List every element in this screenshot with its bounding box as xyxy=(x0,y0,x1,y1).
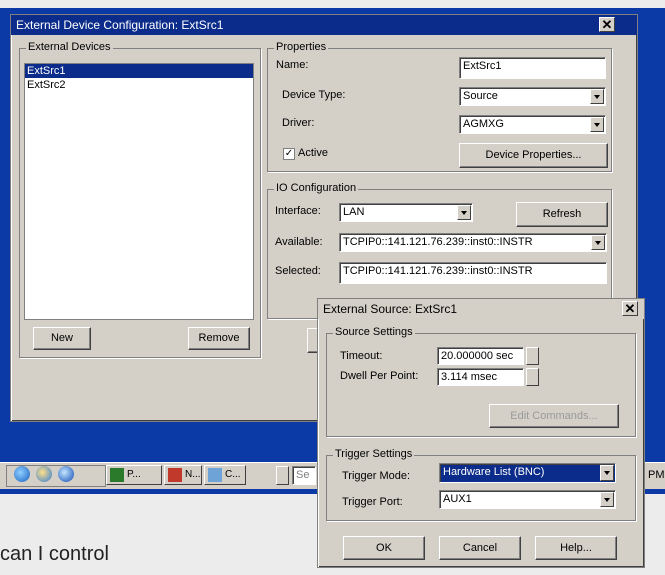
close-icon: ✕ xyxy=(601,17,613,32)
dwell-per-point-label: Dwell Per Point: xyxy=(340,370,419,382)
external-devices-group: External Devices ExtSrc1 ExtSrc2 xyxy=(19,41,261,358)
taskbar-item-label: C... xyxy=(225,469,241,480)
active-checkbox[interactable]: ✓ xyxy=(283,148,295,160)
chevron-down-icon[interactable] xyxy=(600,492,614,507)
trigger-settings-group-title: Trigger Settings xyxy=(333,448,415,460)
main-window-title: External Device Configuration: ExtSrc1 xyxy=(16,18,224,32)
chevron-down-icon[interactable] xyxy=(590,89,604,104)
taskbar-search-field[interactable]: Se xyxy=(292,466,316,485)
timeout-label: Timeout: xyxy=(340,350,383,362)
device-list-item[interactable]: ExtSrc1 xyxy=(25,64,253,78)
taskbar-item-label: P... xyxy=(127,469,141,480)
device-list-item[interactable]: ExtSrc2 xyxy=(25,78,253,92)
device-type-value: Source xyxy=(463,90,498,102)
device-properties-button[interactable]: Device Properties... xyxy=(459,143,608,168)
driver-label: Driver: xyxy=(282,117,315,129)
external-devices-group-title: External Devices xyxy=(26,41,113,53)
trigger-port-value: AUX1 xyxy=(443,493,472,505)
trigger-mode-select[interactable]: Hardware List (BNC) xyxy=(439,463,616,483)
interface-label: Interface: xyxy=(275,205,321,217)
main-window-titlebar[interactable]: External Device Configuration: ExtSrc1 xyxy=(11,15,637,35)
taskbar-item-c[interactable]: C... xyxy=(204,465,246,485)
trigger-port-select[interactable]: AUX1 xyxy=(439,490,616,509)
device-type-select[interactable]: Source xyxy=(459,87,606,106)
refresh-button[interactable]: Refresh xyxy=(516,202,608,227)
device-type-label: Device Type: xyxy=(282,89,346,101)
cancel-button-label: Cancel xyxy=(462,542,498,554)
name-field[interactable]: ExtSrc1 xyxy=(459,57,606,79)
media-player-icon[interactable] xyxy=(58,466,74,482)
taskbar-clock: PM xyxy=(648,469,665,481)
taskbar-item-pna[interactable]: P... xyxy=(106,465,162,485)
driver-select[interactable]: AGMXG xyxy=(459,115,606,134)
interface-value: LAN xyxy=(343,206,365,218)
source-dialog-titlebar[interactable]: External Source: ExtSrc1 xyxy=(318,299,644,319)
taskbar-item-label: N... xyxy=(185,469,201,480)
taskbar-item-notes[interactable]: N... xyxy=(164,465,202,485)
pdf-icon xyxy=(168,468,182,482)
edit-commands-label: Edit Commands... xyxy=(510,410,598,422)
help-button[interactable]: Help... xyxy=(535,536,617,560)
network-icon[interactable] xyxy=(36,466,52,482)
source-dialog-close-button[interactable]: ✕ xyxy=(622,301,638,316)
ok-button[interactable]: OK xyxy=(343,536,425,560)
device-properties-label: Device Properties... xyxy=(485,149,582,161)
taskbar-search-text: Se xyxy=(296,469,310,481)
close-icon: ✕ xyxy=(624,301,636,316)
main-window-close-button[interactable]: ✕ xyxy=(599,17,615,32)
new-device-button[interactable]: New xyxy=(33,327,91,350)
edit-commands-button[interactable]: Edit Commands... xyxy=(489,404,619,428)
trigger-mode-value: Hardware List (BNC) xyxy=(443,466,545,478)
dwell-per-point-stepper[interactable] xyxy=(526,368,539,386)
dwell-per-point-field[interactable]: 3.114 msec xyxy=(437,368,524,386)
timeout-stepper[interactable] xyxy=(526,347,539,365)
source-settings-group-title: Source Settings xyxy=(333,326,415,338)
driver-value: AGMXG xyxy=(463,118,504,130)
name-label: Name: xyxy=(276,59,309,71)
interface-select[interactable]: LAN xyxy=(339,203,473,222)
chevron-down-icon[interactable] xyxy=(590,117,604,132)
trigger-port-label: Trigger Port: xyxy=(342,496,403,508)
properties-group-title: Properties xyxy=(274,41,329,53)
refresh-button-label: Refresh xyxy=(542,208,582,220)
cancel-button[interactable]: Cancel xyxy=(439,536,521,560)
chevron-down-icon[interactable] xyxy=(591,235,605,250)
active-label: Active xyxy=(298,147,328,159)
chevron-down-icon[interactable] xyxy=(600,465,614,481)
remove-button-label: Remove xyxy=(198,332,240,344)
document-icon xyxy=(208,468,222,482)
timeout-field[interactable]: 20.000000 sec xyxy=(437,347,524,365)
io-configuration-group-title: IO Configuration xyxy=(274,182,359,194)
trigger-mode-label: Trigger Mode: xyxy=(342,470,411,482)
taskbar-scroll-stepper[interactable] xyxy=(276,466,289,485)
available-select[interactable]: TCPIP0::141.121.76.239::inst0::INSTR xyxy=(339,233,607,252)
pna-app-icon xyxy=(110,468,124,482)
device-list[interactable]: ExtSrc1 ExtSrc2 xyxy=(24,63,254,320)
ok-button-label: OK xyxy=(376,542,392,554)
chevron-down-icon[interactable] xyxy=(457,205,471,220)
available-value: TCPIP0::141.121.76.239::inst0::INSTR xyxy=(343,236,533,248)
caption-text: can I control xyxy=(0,543,109,565)
selected-label: Selected: xyxy=(275,265,321,277)
remove-device-button[interactable]: Remove xyxy=(188,327,250,350)
available-label: Available: xyxy=(275,236,323,248)
selected-field[interactable]: TCPIP0::141.121.76.239::inst0::INSTR xyxy=(339,262,607,284)
new-button-label: New xyxy=(50,332,73,344)
external-source-dialog: External Source: ExtSrc1 ✕ Source Settin… xyxy=(317,298,645,568)
internet-explorer-icon[interactable] xyxy=(14,466,30,482)
source-dialog-title: External Source: ExtSrc1 xyxy=(323,302,458,316)
help-button-label: Help... xyxy=(560,542,592,554)
